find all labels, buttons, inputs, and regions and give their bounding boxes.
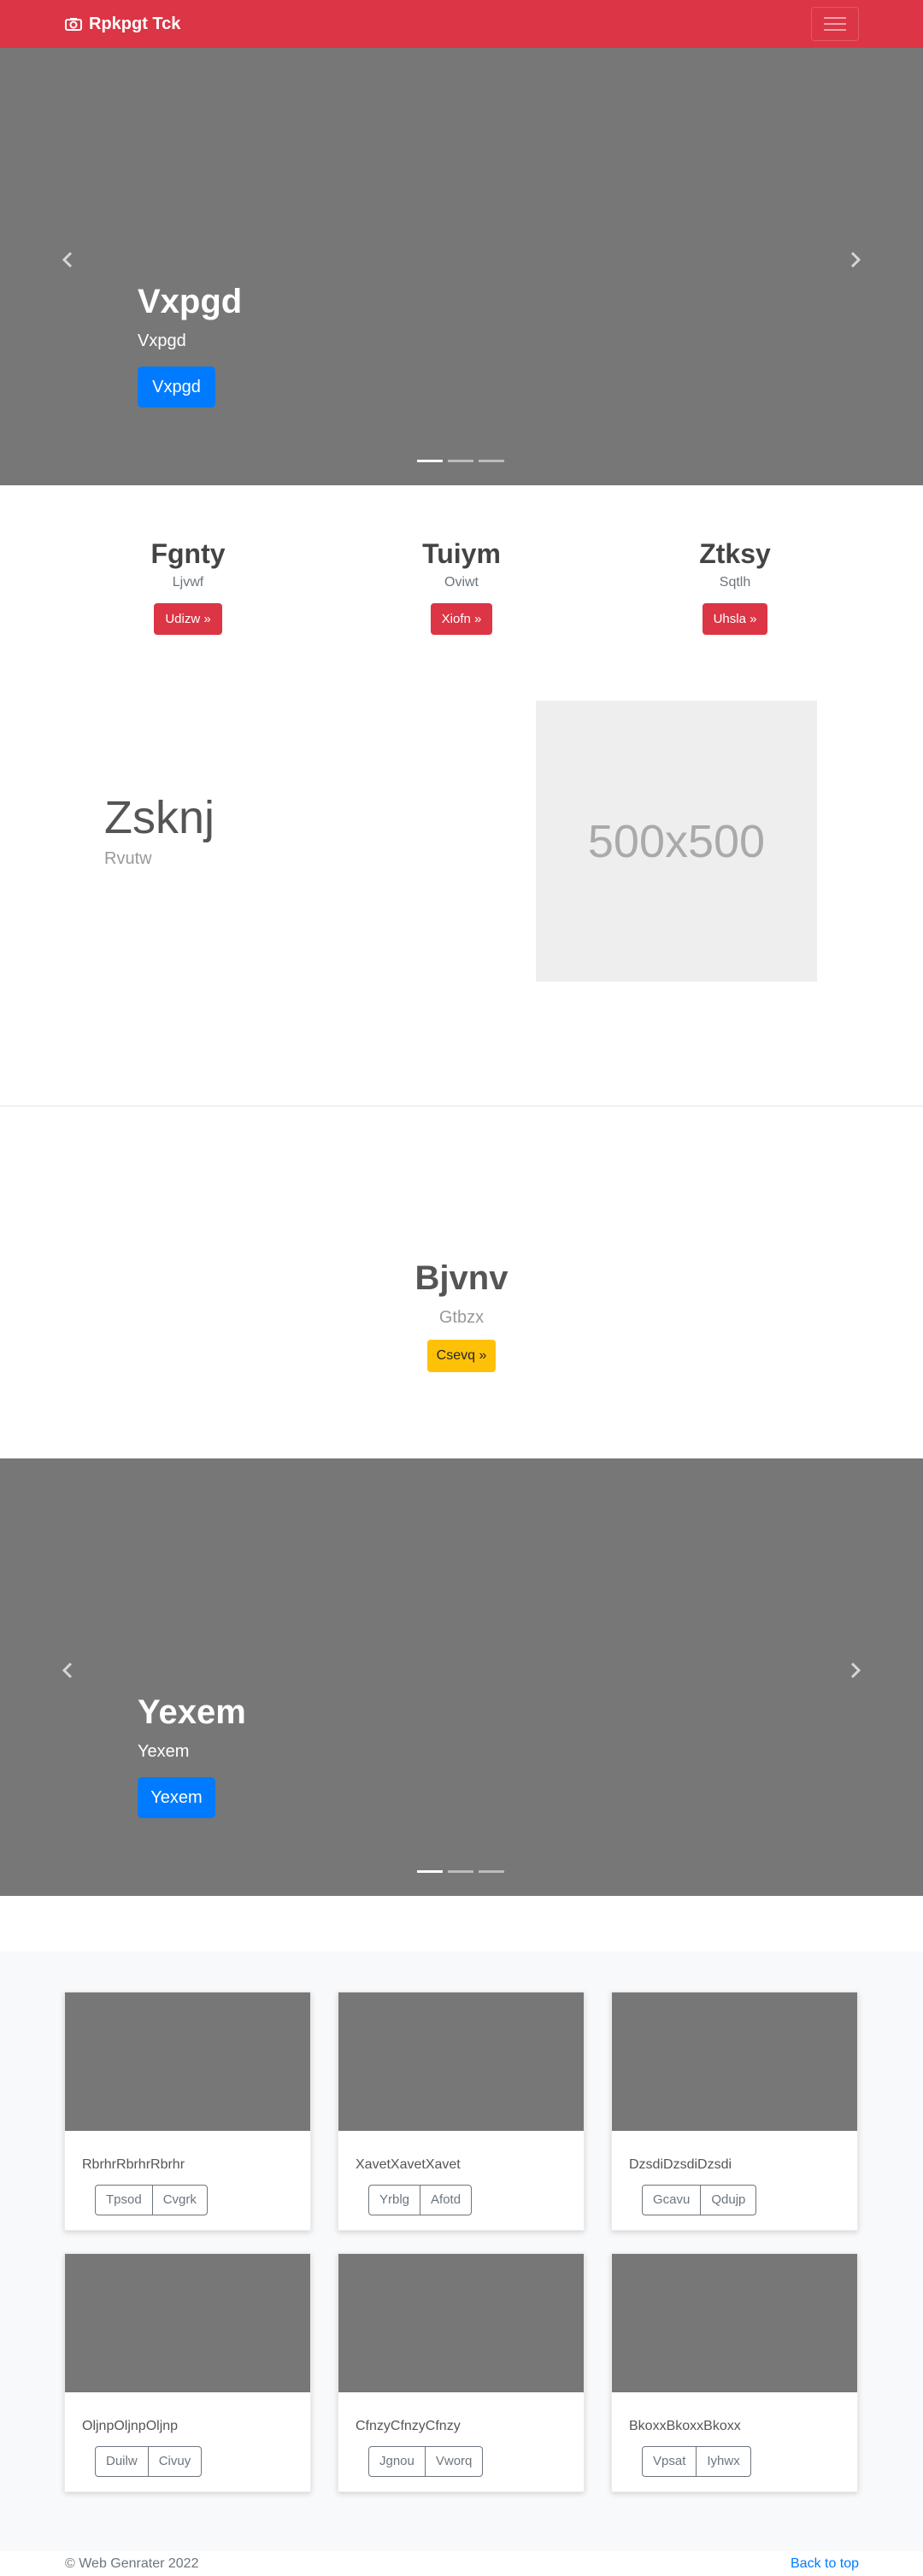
card-text: OljnpOljnpOljnp bbox=[82, 2419, 179, 2433]
card-button[interactable]: Civuy bbox=[147, 2446, 203, 2477]
card-button[interactable]: Yrblg bbox=[368, 2185, 421, 2215]
carousel-next-icon[interactable] bbox=[846, 251, 863, 268]
card-text: CfnzyCfnzyCfnzy bbox=[356, 2419, 461, 2433]
carousel-caption-button[interactable]: Vxpgd bbox=[138, 367, 215, 408]
navbar-toggler-button[interactable] bbox=[811, 7, 859, 41]
placeholder-image: 500x500 bbox=[536, 701, 817, 982]
card-button[interactable]: Jgnou bbox=[368, 2446, 426, 2477]
card-button[interactable]: Iyhwx bbox=[696, 2446, 751, 2477]
card-thumbnail bbox=[65, 2254, 310, 2392]
feature-button[interactable]: Uhsla » bbox=[702, 603, 768, 635]
card-button[interactable]: Qdujp bbox=[700, 2185, 757, 2215]
card-button-group: Tpsod Cvgrk bbox=[95, 2185, 208, 2215]
carousel-next-icon[interactable] bbox=[846, 1662, 863, 1679]
album-card: CfnzyCfnzyCfnzy Jgnou Vworq bbox=[338, 2253, 585, 2492]
card-text: DzsdiDzsdiDzsdi bbox=[629, 2157, 732, 2172]
feature-button[interactable]: Udizw » bbox=[154, 603, 222, 635]
carousel-prev-icon[interactable] bbox=[60, 1662, 77, 1679]
carousel-indicator[interactable] bbox=[479, 1870, 504, 1873]
carousel-indicator[interactable] bbox=[417, 460, 443, 462]
card-button-group: Yrblg Afotd bbox=[368, 2185, 473, 2215]
camera-icon bbox=[65, 18, 82, 31]
carousel-prev-icon[interactable] bbox=[60, 251, 77, 268]
album-card: DzsdiDzsdiDzsdi Gcavu Qdujp bbox=[611, 1992, 858, 2231]
card-thumbnail bbox=[338, 1992, 584, 2131]
feature-column: Ztksy Sqtlh Uhsla » bbox=[650, 537, 820, 635]
footer-copyright: © Web Genrater 2022 bbox=[65, 2556, 199, 2571]
hamburger-icon bbox=[824, 17, 846, 31]
card-button[interactable]: Duilw bbox=[95, 2446, 149, 2477]
album-card: RbrhrRbrhrRbrhr Tpsod Cvgrk bbox=[64, 1992, 311, 2231]
placeholder-image-label: 500x500 bbox=[587, 815, 766, 867]
album-card: XavetXavetXavet Yrblg Afotd bbox=[338, 1992, 585, 2231]
card-button[interactable]: Tpsod bbox=[95, 2185, 153, 2215]
hero-carousel: Vxpgd Vxpgd Vxpgd bbox=[0, 48, 923, 485]
card-text: BkoxxBkoxxBkoxx bbox=[629, 2419, 741, 2433]
feature-title: Fgnty bbox=[150, 538, 226, 569]
carousel-indicators bbox=[417, 460, 504, 462]
feature-title: Ztksy bbox=[699, 538, 771, 569]
carousel-caption-button[interactable]: Yexem bbox=[138, 1777, 215, 1818]
card-thumbnail bbox=[612, 2254, 857, 2392]
card-button[interactable]: Afotd bbox=[420, 2185, 473, 2215]
carousel-caption-title: Vxpgd bbox=[138, 283, 243, 320]
center-section-title: Bjvnv bbox=[414, 1259, 509, 1297]
carousel-caption-subtitle: Vxpgd bbox=[138, 332, 186, 350]
navbar: Rpkpgt Tck bbox=[0, 0, 923, 48]
brand-link[interactable]: Rpkpgt Tck bbox=[65, 13, 180, 35]
card-text: RbrhrRbrhrRbrhr bbox=[82, 2157, 185, 2172]
card-button[interactable]: Gcavu bbox=[642, 2185, 702, 2215]
carousel-indicator[interactable] bbox=[448, 1870, 473, 1873]
feature-button[interactable]: Xiofn » bbox=[430, 603, 493, 635]
center-section-button[interactable]: Csevq » bbox=[427, 1340, 496, 1372]
card-text: XavetXavetXavet bbox=[356, 2157, 461, 2172]
center-section: Bjvnv Gtbzx Csevq » bbox=[0, 1254, 923, 1372]
center-section-subtitle: Gtbzx bbox=[438, 1308, 485, 1327]
brand-name: Rpkpgt Tck bbox=[89, 14, 181, 33]
card-button-group: Jgnou Vworq bbox=[368, 2446, 484, 2477]
card-button-group: Duilw Civuy bbox=[95, 2446, 203, 2477]
featurette-heading: Zsknj bbox=[104, 792, 215, 843]
back-to-top-link[interactable]: Back to top bbox=[791, 2555, 859, 2573]
carousel-indicator[interactable] bbox=[448, 460, 473, 462]
card-thumbnail bbox=[65, 1992, 310, 2131]
card-thumbnail bbox=[612, 1992, 857, 2131]
carousel-indicator[interactable] bbox=[417, 1870, 443, 1873]
second-carousel: Yexem Yexem Yexem bbox=[0, 1458, 923, 1896]
carousel-caption-subtitle: Yexem bbox=[138, 1742, 190, 1761]
feature-text: Sqtlh bbox=[719, 575, 751, 590]
feature-column: Fgnty Ljvwf Udizw » bbox=[103, 537, 273, 635]
album-card: OljnpOljnpOljnp Duilw Civuy bbox=[64, 2253, 311, 2492]
album-section: RbrhrRbrhrRbrhr Tpsod Cvgrk XavetXavetXa… bbox=[0, 1951, 923, 2551]
featurette-subheading: Rvutw bbox=[104, 849, 152, 868]
card-thumbnail bbox=[338, 2254, 584, 2392]
carousel-indicator[interactable] bbox=[479, 460, 504, 462]
card-button[interactable]: Cvgrk bbox=[151, 2185, 208, 2215]
card-button[interactable]: Vworq bbox=[424, 2446, 484, 2477]
carousel-indicators bbox=[417, 1870, 504, 1873]
carousel-caption-title: Yexem bbox=[138, 1693, 246, 1731]
card-button-group: Vpsat Iyhwx bbox=[642, 2446, 751, 2477]
feature-column: Tuiym Oviwt Xiofn » bbox=[376, 537, 547, 635]
album-card: BkoxxBkoxxBkoxx Vpsat Iyhwx bbox=[611, 2253, 858, 2492]
feature-text: Ljvwf bbox=[172, 575, 204, 590]
feature-title: Tuiym bbox=[422, 538, 501, 569]
card-button[interactable]: Vpsat bbox=[642, 2446, 697, 2477]
feature-text: Oviwt bbox=[444, 575, 479, 590]
card-button-group: Gcavu Qdujp bbox=[642, 2185, 757, 2215]
